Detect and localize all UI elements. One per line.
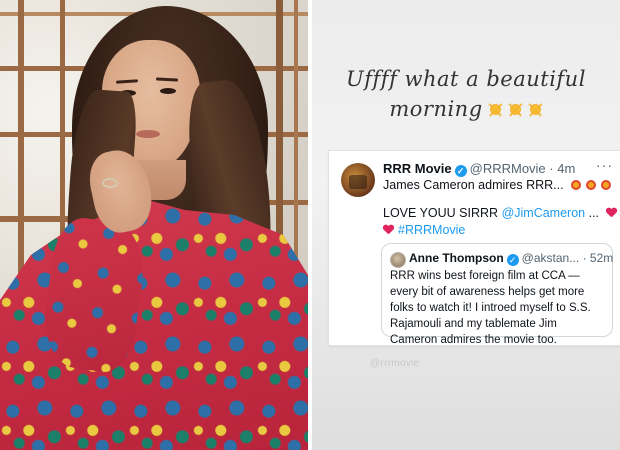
mention-link[interactable]: @JimCameron bbox=[502, 206, 586, 220]
quoted-author-handle[interactable]: @akstan... bbox=[522, 251, 580, 265]
verified-badge-icon: ✓ bbox=[454, 165, 467, 177]
tweet-text-line-2: LOVE YOUU SIRRR @JimCameron ... bbox=[383, 206, 620, 220]
window-frame bbox=[0, 216, 70, 222]
tweet-time[interactable]: 4m bbox=[557, 161, 575, 176]
sun-icon bbox=[528, 102, 543, 117]
eye bbox=[160, 88, 176, 94]
caption-line-1: Uffff what a beautiful bbox=[346, 67, 586, 91]
verified-badge-icon: ✓ bbox=[506, 254, 519, 266]
tweet-text-line-1: James Cameron admires RRR... bbox=[383, 178, 612, 192]
hashtag-link[interactable]: #RRRMovie bbox=[398, 223, 465, 237]
caption-text: morning bbox=[389, 97, 483, 121]
collision-icon bbox=[585, 179, 597, 191]
tweet-header: RRR Movie ✓ @RRRMovie · 4m bbox=[383, 161, 575, 177]
quoted-time[interactable]: 52m bbox=[590, 251, 613, 265]
caption-line-2: morning bbox=[389, 94, 542, 124]
tweet-ellipsis: ... bbox=[588, 206, 600, 220]
sun-icon bbox=[488, 102, 503, 117]
portrait-photo bbox=[0, 0, 308, 450]
story-panel: Uffff what a beautiful morning RRR Movie… bbox=[312, 0, 620, 450]
red-heart-icon bbox=[383, 225, 394, 235]
quoted-author-name[interactable]: Anne Thompson bbox=[409, 251, 504, 265]
author-handle[interactable]: @RRRMovie bbox=[470, 161, 546, 176]
red-heart-icon bbox=[606, 208, 617, 218]
author-name[interactable]: RRR Movie bbox=[383, 161, 452, 176]
story-caption: Uffff what a beautiful morning bbox=[312, 64, 620, 124]
ring bbox=[102, 178, 118, 188]
tweet-text: James Cameron admires RRR... bbox=[383, 178, 564, 192]
quoted-tweet[interactable]: Anne Thompson ✓ @akstan... · 52m RRR wins … bbox=[381, 243, 613, 346]
collision-icon bbox=[570, 179, 582, 191]
tweet-text-line-3: #RRRMovie bbox=[383, 223, 465, 237]
tweet-card[interactable]: RRR Movie ✓ @RRRMovie · 4m ··· James Camer… bbox=[328, 150, 620, 346]
quoted-header: Anne Thompson ✓ @akstan... · 52m bbox=[409, 251, 613, 266]
separator: · bbox=[549, 161, 554, 176]
quoted-avatar[interactable] bbox=[390, 252, 406, 268]
story-watermark: @rrrmovie bbox=[370, 358, 420, 369]
collision-icon bbox=[600, 179, 612, 191]
separator: · bbox=[582, 251, 587, 265]
more-options-icon[interactable]: ··· bbox=[596, 157, 613, 173]
tweet-text: LOVE YOUU SIRRR bbox=[383, 206, 499, 220]
lips bbox=[136, 130, 160, 138]
avatar[interactable] bbox=[341, 163, 375, 197]
sun-icon bbox=[508, 102, 523, 117]
quoted-text: RRR wins best foreign film at CCA — ever… bbox=[390, 270, 591, 346]
instagram-story-collage: Uffff what a beautiful morning RRR Movie… bbox=[0, 0, 620, 450]
